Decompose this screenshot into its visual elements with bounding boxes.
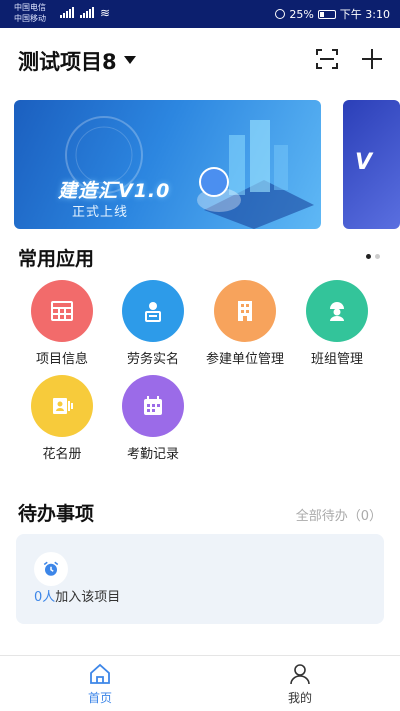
nav-item-home[interactable]: 首页: [60, 662, 140, 706]
banner-title: V: [355, 150, 373, 175]
worker-team-icon: [306, 280, 368, 342]
banner-carousel-item[interactable]: 建造汇V1.0 正式上线: [14, 100, 321, 229]
banner-title: 建造汇V1.0: [58, 180, 171, 202]
calendar-icon: [122, 375, 184, 437]
battery-icon: [317, 9, 336, 19]
app-roster[interactable]: 花名册: [16, 375, 108, 462]
user-icon: [290, 664, 310, 685]
app-team-management[interactable]: 班组管理: [291, 280, 383, 367]
table-grid-icon: [31, 280, 93, 342]
caret-down-icon[interactable]: [124, 56, 136, 64]
app-label: 班组管理: [310, 352, 363, 367]
all-todo-link[interactable]: 全部待办（0）: [296, 505, 382, 524]
scan-icon[interactable]: [315, 47, 339, 71]
roster-icon: [31, 375, 93, 437]
todo-description: 加入该项目: [55, 590, 121, 605]
id-card-user-icon: [122, 280, 184, 342]
banner-illustration: [65, 116, 314, 229]
section-title-common-apps: 常用应用: [18, 248, 95, 270]
carousel-dot: [375, 254, 380, 259]
status-bar: 中国电信 中国移动 ≋ 25% 下午 3:10: [0, 0, 400, 28]
carrier-info: 中国电信 中国移动: [14, 2, 46, 24]
app-header: 测试项目8: [0, 28, 400, 92]
app-participating-units[interactable]: 参建单位管理: [199, 280, 291, 367]
signal-icon: [60, 7, 74, 18]
nav-label: 我的: [287, 691, 312, 705]
app-label: 花名册: [42, 447, 82, 462]
app-label: 考勤记录: [126, 447, 179, 462]
app-label: 项目信息: [35, 352, 88, 367]
project-selector[interactable]: 测试项目8: [18, 46, 117, 76]
signal-icon: [80, 7, 94, 18]
todo-text: 0人加入该项目: [34, 586, 120, 605]
alarm-icon: [275, 9, 286, 19]
building-icon: [214, 280, 276, 342]
carousel-indicator: [366, 254, 380, 259]
wifi-icon: ≋: [100, 6, 111, 20]
todo-card[interactable]: 0人加入该项目: [16, 534, 384, 624]
banner-subtitle: 正式上线: [72, 205, 129, 220]
todo-count: 0人: [34, 590, 56, 605]
status-right: 25% 下午 3:10: [275, 6, 390, 22]
battery-percent: 25%: [289, 7, 314, 21]
status-time: 下午 3:10: [339, 8, 390, 21]
nav-item-mine[interactable]: 我的: [260, 662, 340, 706]
app-labor-realname[interactable]: 劳务实名: [107, 280, 199, 367]
app-label: 参建单位管理: [205, 352, 284, 367]
banner-carousel-item-next[interactable]: V: [343, 100, 400, 229]
app-attendance-records[interactable]: 考勤记录: [107, 375, 199, 462]
app-label: 劳务实名: [126, 352, 179, 367]
section-title-todo: 待办事项: [18, 503, 95, 525]
nav-label: 首页: [87, 691, 112, 705]
home-icon: [90, 663, 110, 684]
carrier-1: 中国电信: [14, 3, 46, 12]
alarm-clock-icon: [34, 552, 68, 586]
bottom-nav: 首页 我的: [0, 655, 400, 711]
plus-icon[interactable]: [360, 47, 384, 71]
carrier-2: 中国移动: [14, 14, 46, 23]
carousel-dot-active: [366, 254, 371, 259]
app-project-info[interactable]: 项目信息: [16, 280, 108, 367]
